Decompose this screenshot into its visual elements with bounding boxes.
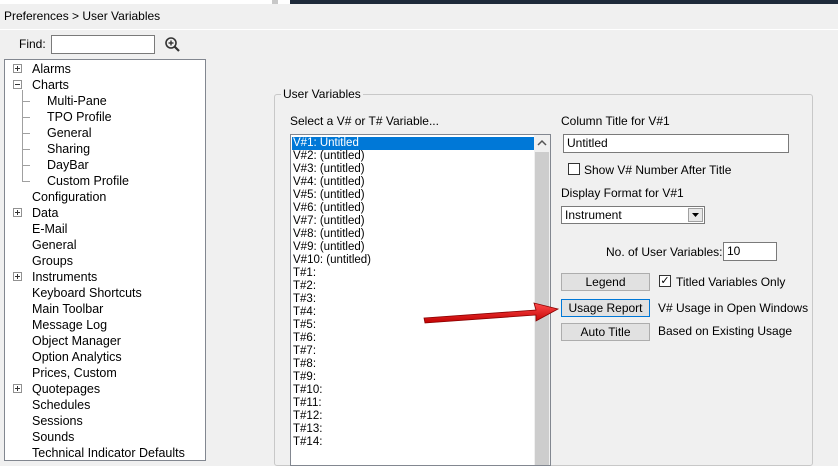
zoom-search-icon[interactable]	[164, 36, 182, 54]
variable-list-item[interactable]: V#7: (untitled)	[293, 215, 365, 228]
variable-list-item[interactable]: T#14:	[293, 436, 322, 449]
tree-item[interactable]: Instruments	[32, 269, 97, 285]
group-title: User Variables	[281, 87, 363, 101]
tree-item[interactable]: Alarms	[32, 61, 71, 77]
variable-list-item[interactable]: T#5:	[293, 319, 316, 332]
legend-button[interactable]: Legend	[561, 273, 650, 291]
tree-item[interactable]: E-Mail	[32, 221, 67, 237]
tree-connector	[22, 181, 30, 182]
column-title-label: Column Title for V#1	[561, 114, 670, 128]
variable-list-item[interactable]: T#6:	[293, 332, 316, 345]
tree-item[interactable]: Multi-Pane	[47, 93, 107, 109]
find-label: Find:	[19, 37, 46, 51]
tree-item[interactable]: Custom Profile	[47, 173, 129, 189]
variable-list-item[interactable]: V#8: (untitled)	[293, 228, 365, 241]
tree-item[interactable]: Schedules	[32, 397, 90, 413]
tree-item[interactable]: Sessions	[32, 413, 83, 429]
red-arrow-annotation	[423, 302, 560, 324]
auto-title-desc: Based on Existing Usage	[658, 324, 793, 338]
tree-item[interactable]: Technical Indicator Defaults	[32, 445, 185, 460]
tree-item[interactable]: General	[32, 237, 76, 253]
variable-list-item[interactable]: V#3: (untitled)	[293, 163, 365, 176]
titled-only-label: Titled Variables Only	[676, 275, 786, 289]
tree-item[interactable]: Configuration	[32, 189, 106, 205]
expand-icon[interactable]	[13, 208, 22, 217]
num-vars-label: No. of User Variables:	[606, 245, 723, 259]
tree-item[interactable]: Prices, Custom	[32, 365, 117, 381]
find-input[interactable]	[51, 35, 155, 54]
variable-list-item[interactable]: T#13:	[293, 423, 322, 436]
auto-title-button[interactable]: Auto Title	[561, 323, 650, 341]
tree-connector	[22, 90, 23, 181]
variable-list-item[interactable]: T#11:	[293, 397, 322, 410]
tree-connector	[22, 133, 30, 134]
variable-list-item[interactable]: V#6: (untitled)	[293, 202, 365, 215]
tree-item[interactable]: Option Analytics	[32, 349, 122, 365]
tree-item[interactable]: Sharing	[47, 141, 90, 157]
tree-connector	[22, 117, 30, 118]
tree-item[interactable]: TPO Profile	[47, 109, 112, 125]
top-strip	[0, 0, 838, 4]
column-title-input[interactable]: Untitled	[563, 134, 789, 153]
variable-list-item[interactable]: T#9:	[293, 371, 316, 384]
chevron-down-icon[interactable]	[688, 208, 703, 222]
tree-item[interactable]: Message Log	[32, 317, 107, 333]
variable-list-item[interactable]: V#2: (untitled)	[293, 150, 365, 163]
expand-icon[interactable]	[13, 272, 22, 281]
variable-list-item[interactable]: T#12:	[293, 410, 322, 423]
scroll-up-icon[interactable]	[534, 135, 550, 152]
breadcrumb-title: Preferences > User Variables	[4, 9, 161, 23]
tree-item[interactable]: DayBar	[47, 157, 89, 173]
variable-list-item[interactable]: T#1:	[293, 267, 316, 280]
tree-connector	[22, 101, 30, 102]
show-number-label: Show V# Number After Title	[584, 163, 732, 177]
variable-list-item[interactable]: T#8:	[293, 358, 316, 371]
expand-icon[interactable]	[13, 64, 22, 73]
display-format-label: Display Format for V#1	[561, 186, 684, 200]
select-variable-label: Select a V# or T# Variable...	[290, 114, 439, 128]
variable-list-item[interactable]: V#10: (untitled)	[293, 254, 371, 267]
variable-list-item[interactable]: V#9: (untitled)	[293, 241, 365, 254]
titled-only-checkbox[interactable]: ✓	[659, 275, 671, 287]
num-vars-input[interactable]: 10	[723, 242, 777, 261]
show-number-checkbox[interactable]	[568, 163, 580, 175]
variable-list-item[interactable]: T#7:	[293, 345, 316, 358]
usage-report-desc: V# Usage in Open Windows	[658, 301, 809, 315]
variable-list-item[interactable]: V#1: Untitled	[292, 137, 534, 150]
tree-item[interactable]: General	[47, 125, 91, 141]
variable-list-item[interactable]: T#3:	[293, 293, 316, 306]
variable-list-item[interactable]: V#5: (untitled)	[293, 189, 365, 202]
tree-item[interactable]: Groups	[32, 253, 73, 269]
variable-list-item[interactable]: T#2:	[293, 280, 316, 293]
tree-connector	[22, 165, 30, 166]
variable-list-item[interactable]: V#4: (untitled)	[293, 176, 365, 189]
display-format-value: Instrument	[565, 208, 622, 222]
variable-list-item[interactable]: T#4:	[293, 306, 316, 319]
expand-icon[interactable]	[13, 384, 22, 393]
display-format-select[interactable]: Instrument	[561, 206, 705, 224]
tree-connector	[22, 149, 30, 150]
tree-item[interactable]: Main Toolbar	[32, 301, 103, 317]
tree-item[interactable]: Sounds	[32, 429, 74, 445]
tree-item[interactable]: Quotepages	[32, 381, 100, 397]
usage-report-button[interactable]: Usage Report	[561, 299, 650, 317]
preferences-tree[interactable]: Alarms Charts Multi-Pane TPO Profile General…	[4, 59, 206, 461]
variable-list-item[interactable]: T#10:	[293, 384, 322, 397]
tree-item[interactable]: Object Manager	[32, 333, 121, 349]
tree-item[interactable]: Data	[32, 205, 58, 221]
tree-item[interactable]: Keyboard Shortcuts	[32, 285, 142, 301]
collapse-icon[interactable]	[13, 80, 22, 89]
tree-item[interactable]: Charts	[32, 77, 69, 93]
divider	[0, 29, 838, 30]
